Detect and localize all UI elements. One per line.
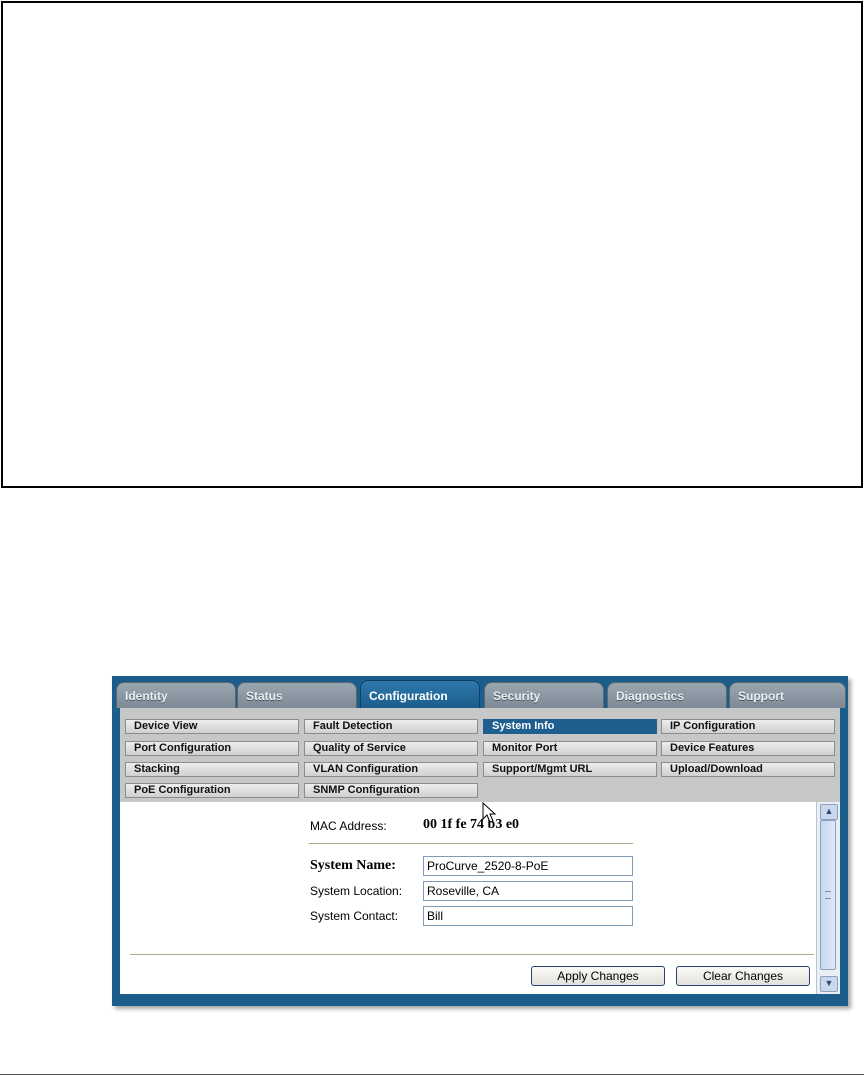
system-location-label: System Location: [310, 884, 403, 898]
tab-diagnostics[interactable]: Diagnostics [607, 682, 727, 708]
system-name-input[interactable] [423, 856, 633, 876]
tab-status[interactable]: Status [237, 682, 357, 708]
menu-poe-configuration[interactable]: PoE Configuration [125, 783, 299, 798]
chevron-up-icon[interactable]: ▲ [820, 804, 838, 820]
vertical-scrollbar[interactable]: ▲ ▼ [816, 802, 840, 994]
chevron-down-icon[interactable]: ▼ [820, 976, 838, 992]
scrollbar-thumb[interactable] [820, 820, 836, 970]
apply-changes-button[interactable]: Apply Changes [531, 966, 665, 986]
buttons-divider [130, 954, 814, 955]
system-info-form: MAC Address: 00 1f fe 74 b3 e0 System Na… [120, 802, 816, 994]
system-name-label: System Name: [310, 858, 396, 873]
menu-monitor-port[interactable]: Monitor Port [483, 741, 657, 756]
main-tab-bar: Identity Status Configuration Security D… [112, 676, 848, 708]
system-location-input[interactable] [423, 881, 633, 901]
menu-snmp-configuration[interactable]: SNMP Configuration [304, 783, 478, 798]
mac-address-value: 00 1f fe 74 b3 e0 [423, 817, 520, 832]
menu-stacking[interactable]: Stacking [125, 762, 299, 777]
menu-port-configuration[interactable]: Port Configuration [125, 741, 299, 756]
system-contact-input[interactable] [423, 906, 633, 926]
tab-identity[interactable]: Identity [116, 682, 236, 708]
page-footer-rule [0, 1074, 864, 1075]
menu-device-view[interactable]: Device View [125, 719, 299, 734]
menu-support-mgmt-url[interactable]: Support/Mgmt URL [483, 762, 657, 777]
menu-device-features[interactable]: Device Features [661, 741, 835, 756]
blank-figure-frame [1, 1, 863, 488]
menu-vlan-configuration[interactable]: VLAN Configuration [304, 762, 478, 777]
mouse-pointer-icon [482, 802, 497, 823]
grip-icon [825, 891, 831, 899]
tab-configuration[interactable]: Configuration [360, 680, 480, 708]
menu-upload-download[interactable]: Upload/Download [661, 762, 835, 777]
mac-address-label: MAC Address: [310, 819, 387, 833]
tab-support[interactable]: Support [729, 682, 846, 708]
clear-changes-button[interactable]: Clear Changes [676, 966, 810, 986]
form-divider [309, 843, 633, 844]
tab-security[interactable]: Security [484, 682, 604, 708]
switch-web-ui-window: Identity Status Configuration Security D… [112, 676, 848, 1006]
configuration-submenu: Device View Fault Detection System Info … [120, 708, 840, 802]
menu-fault-detection[interactable]: Fault Detection [304, 719, 478, 734]
system-contact-label: System Contact: [310, 909, 399, 923]
menu-quality-of-service[interactable]: Quality of Service [304, 741, 478, 756]
menu-ip-configuration[interactable]: IP Configuration [661, 719, 835, 734]
menu-system-info[interactable]: System Info [483, 719, 657, 734]
